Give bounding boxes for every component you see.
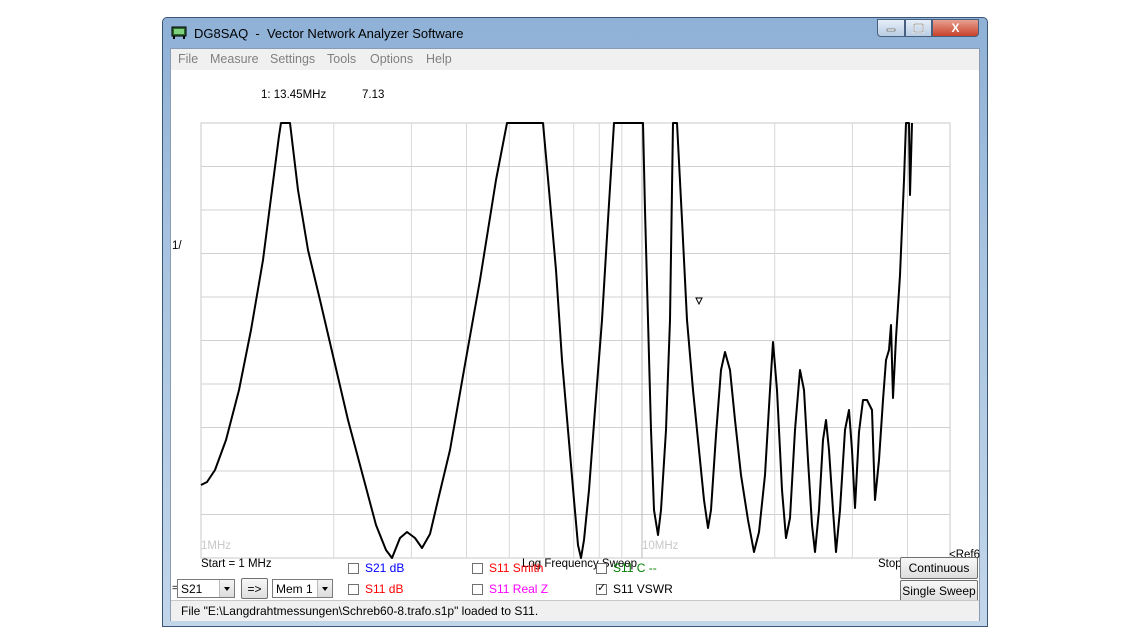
minimize-icon (886, 28, 896, 32)
memory-select-value: Mem 1 (276, 582, 313, 596)
memory-select[interactable]: Mem 1 (272, 579, 333, 598)
checkbox-s11-vswr[interactable]: ✓ (596, 582, 607, 595)
plot-grid (200, 122, 951, 559)
checkbox-s21-db-label[interactable]: S21 dB (365, 561, 404, 575)
y-axis-label: 1/ (172, 240, 182, 252)
checkbox-s11-realz[interactable] (472, 584, 483, 595)
checkbox-s11-smith[interactable] (472, 563, 483, 574)
checkbox-s11-vswr-label[interactable]: S11 VSWR (613, 582, 673, 596)
single-sweep-button[interactable]: Single Sweep (900, 580, 978, 602)
vswr-plot[interactable] (171, 70, 979, 600)
status-bar: File "E:\Langdrahtmessungen\Schreb60-8.t… (171, 600, 979, 621)
checkbox-s21-db[interactable] (348, 563, 359, 574)
decade-label-10mhz: 10MHz (642, 540, 679, 552)
minimize-button[interactable] (877, 19, 905, 37)
checkbox-s11-c[interactable] (596, 563, 607, 574)
continuous-button-label: Continuous (908, 561, 970, 575)
checkbox-s11-smith-label[interactable]: S11 Smith (489, 561, 543, 575)
decade-label-1mhz: 1MHz (201, 540, 232, 552)
checkbox-s11-db[interactable] (348, 584, 359, 595)
checkbox-s11-db-label[interactable]: S11 dB (365, 582, 403, 596)
marker-value-label: 7.13 (362, 89, 385, 101)
chevron-down-icon (224, 587, 230, 591)
trace-select[interactable]: S21 (177, 579, 235, 598)
marker-icon (695, 297, 703, 306)
maximize-button[interactable] (905, 19, 932, 37)
menu-tools[interactable]: Tools (327, 52, 356, 66)
trace-select-value: S21 (181, 582, 203, 596)
vna-app-icon (171, 26, 187, 39)
single-sweep-button-label: Single Sweep (902, 584, 976, 598)
menu-measure[interactable]: Measure (210, 52, 259, 66)
close-button[interactable]: X (932, 19, 979, 37)
menu-settings[interactable]: Settings (270, 52, 315, 66)
plot-area[interactable]: 1: 13.45MHz 7.13 1/ 1MHz 10MHz Start = 1… (171, 70, 980, 600)
status-text: File "E:\Langdrahtmessungen\Schreb60-8.t… (181, 604, 539, 618)
menu-options[interactable]: Options (370, 52, 413, 66)
continuous-button[interactable]: Continuous (900, 557, 978, 579)
close-icon: X (951, 21, 960, 35)
marker-frequency-label: 1: 13.45MHz (261, 89, 327, 101)
memory-select-dropdown[interactable] (317, 580, 332, 597)
arrow-button-label: => (247, 581, 262, 596)
checkbox-s11-realz-label[interactable]: S11 Real Z (489, 582, 548, 596)
window-title: DG8SAQ - Vector Network Analyzer Softwar… (194, 26, 464, 41)
menu-file[interactable]: File (178, 52, 198, 66)
start-frequency-label: Start = 1 MHz (201, 558, 272, 570)
checkbox-s11-c-label[interactable]: S11 C -- (613, 561, 657, 575)
app-window: DG8SAQ - Vector Network Analyzer Softwar… (162, 17, 988, 627)
checkmark-icon: ✓ (597, 582, 607, 594)
title-bar[interactable]: DG8SAQ - Vector Network Analyzer Softwar… (163, 18, 987, 48)
maximize-icon (913, 23, 924, 33)
copy-to-memory-button[interactable]: => (241, 578, 268, 599)
chevron-down-icon (322, 587, 328, 591)
trace-select-dropdown[interactable] (219, 580, 234, 597)
client-area: File Measure Settings Tools Options Help… (170, 48, 980, 621)
menu-bar: File Measure Settings Tools Options Help (171, 49, 979, 70)
menu-help[interactable]: Help (426, 52, 452, 66)
